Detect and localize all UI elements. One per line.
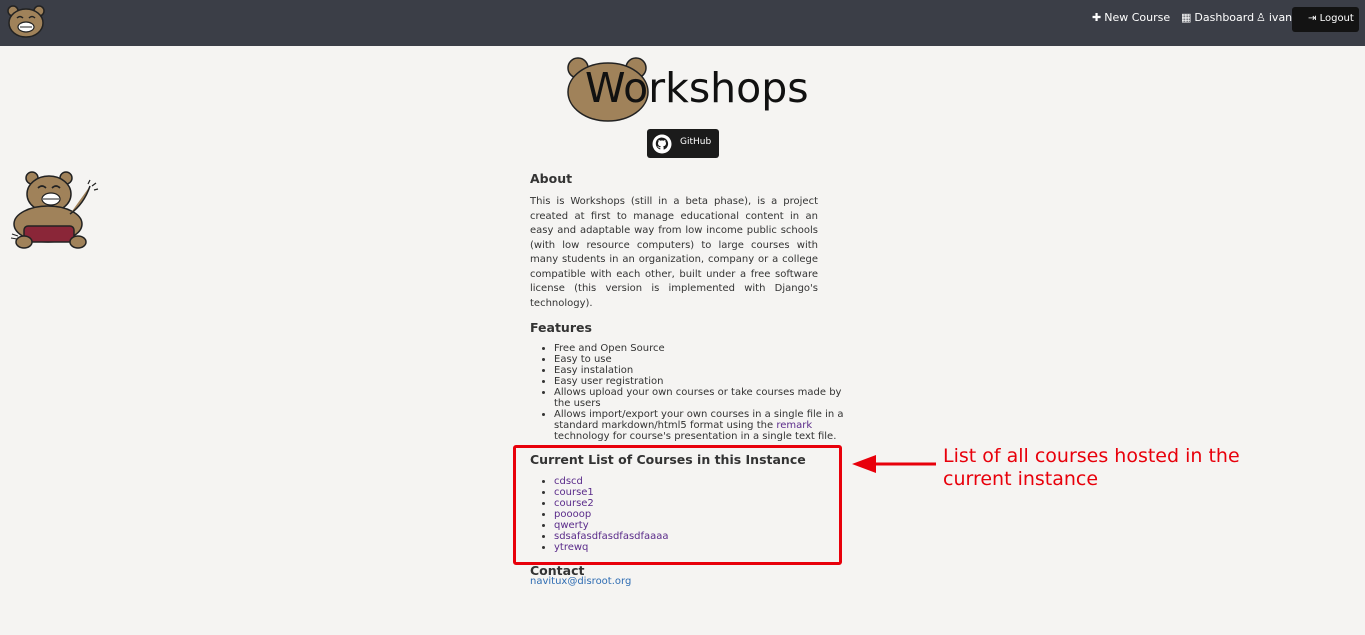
- list-item: Free and Open Source: [554, 343, 860, 354]
- new-course-label: New Course: [1104, 11, 1171, 24]
- logout-icon: ⇥: [1308, 13, 1317, 24]
- list-item: Easy instalation: [554, 365, 860, 376]
- bear-mascot-icon: [8, 170, 103, 256]
- about-heading: About: [530, 171, 573, 186]
- top-navbar: ✚ New Course ▦ Dashboard ♙ ivan ⇥ Logout: [0, 0, 1365, 46]
- user-label: ivan: [1268, 11, 1293, 24]
- page-title-block: Workshops: [566, 56, 809, 126]
- contact-email-link[interactable]: navitux@disroot.org: [530, 576, 631, 587]
- about-text: This is Workshops (still in a beta phase…: [530, 196, 818, 309]
- github-icon: [652, 134, 672, 154]
- list-item: Allows import/export your own courses in…: [554, 409, 860, 442]
- feature-text: technology for course's presentation in …: [554, 431, 837, 442]
- list-item: Allows upload your own courses or take c…: [554, 387, 860, 409]
- new-course-link[interactable]: ✚ New Course: [1092, 11, 1170, 24]
- list-item: Easy user registration: [554, 376, 860, 387]
- user-link[interactable]: ♙ ivan: [1256, 11, 1292, 24]
- page-title: Workshops: [585, 64, 809, 112]
- bear-logo-icon[interactable]: [6, 4, 46, 40]
- dashboard-link[interactable]: ▦ Dashboard: [1181, 11, 1254, 24]
- dashboard-label: Dashboard: [1194, 11, 1255, 24]
- annotation-text: List of all courses hosted in the curren…: [943, 445, 1240, 490]
- features-heading: Features: [530, 320, 592, 335]
- table-icon: ▦: [1181, 11, 1192, 24]
- plus-icon: ✚: [1092, 11, 1102, 24]
- features-list: Free and Open Source Easy to use Easy in…: [530, 343, 860, 442]
- logout-button[interactable]: ⇥ Logout: [1292, 7, 1359, 32]
- list-item: Easy to use: [554, 354, 860, 365]
- remark-link[interactable]: remark: [776, 420, 812, 431]
- arrow-icon: [852, 455, 936, 473]
- highlight-box: [513, 445, 842, 565]
- user-icon: ♙: [1256, 11, 1266, 24]
- logout-label: Logout: [1319, 13, 1354, 24]
- github-label: GitHub: [680, 137, 712, 147]
- github-button[interactable]: GitHub: [647, 129, 719, 158]
- main-content: About This is Workshops (still in a beta…: [530, 171, 844, 587]
